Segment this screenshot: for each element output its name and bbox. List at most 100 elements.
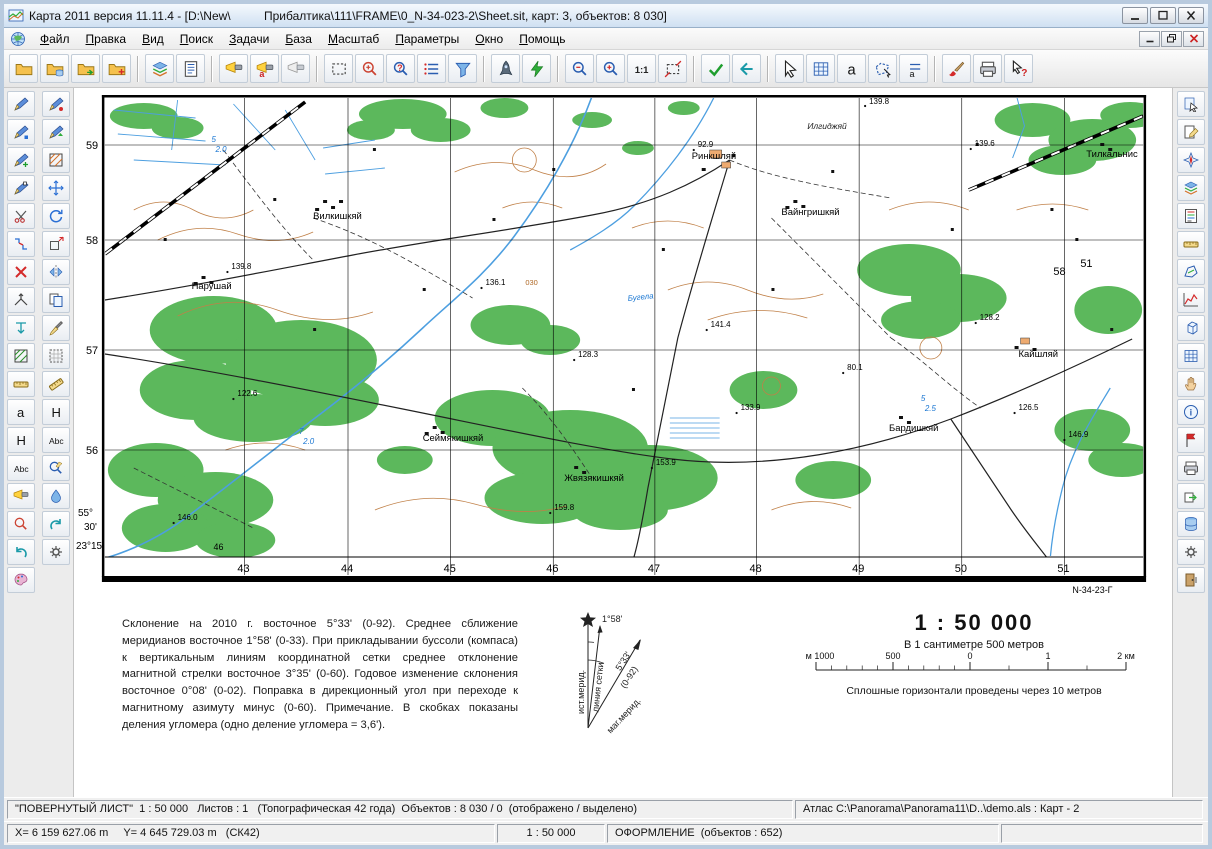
select-map-view-button[interactable]: [1177, 91, 1205, 117]
build-profile-button[interactable]: [1177, 287, 1205, 313]
previous-view-button[interactable]: [732, 54, 761, 83]
create-area-button[interactable]: [42, 119, 70, 145]
menu-edit[interactable]: Правка: [78, 30, 135, 48]
zoom-to-frame-button[interactable]: [658, 54, 687, 83]
menu-help[interactable]: Помощь: [511, 30, 573, 48]
cut-object-button[interactable]: [7, 203, 35, 229]
find-text-button[interactable]: a: [837, 54, 866, 83]
copy-attributes-button[interactable]: [42, 315, 70, 341]
bookmark-button[interactable]: [1177, 427, 1205, 453]
mdi-minimize-button[interactable]: [1139, 31, 1160, 47]
zoom-in-button[interactable]: [596, 54, 625, 83]
graphic-overlay-button[interactable]: [7, 567, 35, 593]
compass-north-button[interactable]: [1177, 147, 1205, 173]
select-tool-button[interactable]: [775, 54, 804, 83]
ruler-angle-button[interactable]: [42, 371, 70, 397]
fill-hatch-button[interactable]: [42, 147, 70, 173]
editor-settings-button[interactable]: [42, 539, 70, 565]
object-info-button[interactable]: i: [1177, 399, 1205, 425]
horizontal-caption-button[interactable]: H: [42, 399, 70, 425]
select-by-contour-button[interactable]: [868, 54, 897, 83]
mirror-object-button[interactable]: [42, 259, 70, 285]
highlight-objects-button[interactable]: [219, 54, 248, 83]
quick-search-button[interactable]: [522, 54, 551, 83]
redo-button[interactable]: [42, 511, 70, 537]
measure-length-button[interactable]: [7, 371, 35, 397]
menu-tasks[interactable]: Задачи: [221, 30, 277, 48]
search-edit-button[interactable]: [7, 511, 35, 537]
copy-object-button[interactable]: [42, 287, 70, 313]
menu-database[interactable]: База: [277, 30, 320, 48]
magnify-edit-button[interactable]: [42, 455, 70, 481]
menu-view[interactable]: Вид: [134, 30, 172, 48]
search-object-button[interactable]: [355, 54, 384, 83]
hatch-area-button[interactable]: [7, 343, 35, 369]
rotate-object-button[interactable]: [42, 203, 70, 229]
scale-object-button[interactable]: [42, 231, 70, 257]
filter-objects-button[interactable]: [448, 54, 477, 83]
place-text-button[interactable]: a: [7, 399, 35, 425]
map-design-button[interactable]: [942, 54, 971, 83]
create-smooth-button[interactable]: [42, 91, 70, 117]
draw-sheet-button[interactable]: [1177, 119, 1205, 145]
edit-nodes-button[interactable]: [7, 175, 35, 201]
measure-distance-button[interactable]: [1177, 231, 1205, 257]
print-fragment-button[interactable]: [1177, 455, 1205, 481]
menu-window[interactable]: Окно: [467, 30, 511, 48]
close-button[interactable]: [1178, 7, 1204, 24]
sheet-scheme-button[interactable]: [1177, 343, 1205, 369]
open-map-button[interactable]: [9, 54, 38, 83]
view-settings-button[interactable]: [1177, 539, 1205, 565]
topology-edit-button[interactable]: [7, 287, 35, 313]
close-editor-button[interactable]: [1177, 567, 1205, 593]
highlight-labels-button[interactable]: a: [250, 54, 279, 83]
object-list-button[interactable]: [417, 54, 446, 83]
map-canvas[interactable]: 5958575655°30'23°15'46434445464748495051…: [74, 88, 1172, 600]
apply-selection-button[interactable]: [701, 54, 730, 83]
context-help-button[interactable]: ?: [1004, 54, 1033, 83]
zoom-out-button[interactable]: [565, 54, 594, 83]
minimize-button[interactable]: [1122, 7, 1148, 24]
open-atlas-button[interactable]: [71, 54, 100, 83]
export-fragment-button[interactable]: [1177, 483, 1205, 509]
search-by-condition-button[interactable]: ?: [386, 54, 415, 83]
delete-object-button[interactable]: [7, 259, 35, 285]
database-table-button[interactable]: [1177, 511, 1205, 537]
undo-button[interactable]: [7, 539, 35, 565]
merge-objects-button[interactable]: [7, 231, 35, 257]
maximize-button[interactable]: [1150, 7, 1176, 24]
create-object-button[interactable]: [7, 91, 35, 117]
view-3d-button[interactable]: [1177, 315, 1205, 341]
move-object-button[interactable]: [42, 175, 70, 201]
layer-control-button[interactable]: [1177, 175, 1205, 201]
mdi-close-button[interactable]: [1183, 31, 1204, 47]
map-composition-button[interactable]: [145, 54, 174, 83]
open-database-button[interactable]: [40, 54, 69, 83]
create-map-button[interactable]: [102, 54, 131, 83]
highlight-edit-button[interactable]: [7, 483, 35, 509]
menu-options[interactable]: Параметры: [387, 30, 467, 48]
highlight-off-button[interactable]: [281, 54, 310, 83]
sheet-description-button[interactable]: [176, 54, 205, 83]
horizontal-text-button[interactable]: H: [7, 427, 35, 453]
select-area-button[interactable]: [324, 54, 353, 83]
create-polyline-button[interactable]: [7, 119, 35, 145]
continue-line-button[interactable]: [7, 147, 35, 173]
menu-scale[interactable]: Масштаб: [320, 30, 387, 48]
caption-abc-button[interactable]: Abc: [7, 455, 35, 481]
map-legend-button[interactable]: [1177, 203, 1205, 229]
mdi-restore-button[interactable]: [1161, 31, 1182, 47]
water-fill-button[interactable]: [42, 483, 70, 509]
align-node-button[interactable]: [7, 315, 35, 341]
calc-area-button[interactable]: [1177, 259, 1205, 285]
zoom-1-1-button[interactable]: 1:1: [627, 54, 656, 83]
name-search-button[interactable]: a: [899, 54, 928, 83]
caption-style-button[interactable]: Abc: [42, 427, 70, 453]
current-scale[interactable]: 1 : 50 000: [497, 824, 605, 843]
print-button[interactable]: [973, 54, 1002, 83]
grid-selection-button[interactable]: [42, 343, 70, 369]
navigator-button[interactable]: [491, 54, 520, 83]
menu-search[interactable]: Поиск: [172, 30, 221, 48]
menu-file[interactable]: Файл: [32, 30, 78, 48]
sheet-grid-button[interactable]: [806, 54, 835, 83]
